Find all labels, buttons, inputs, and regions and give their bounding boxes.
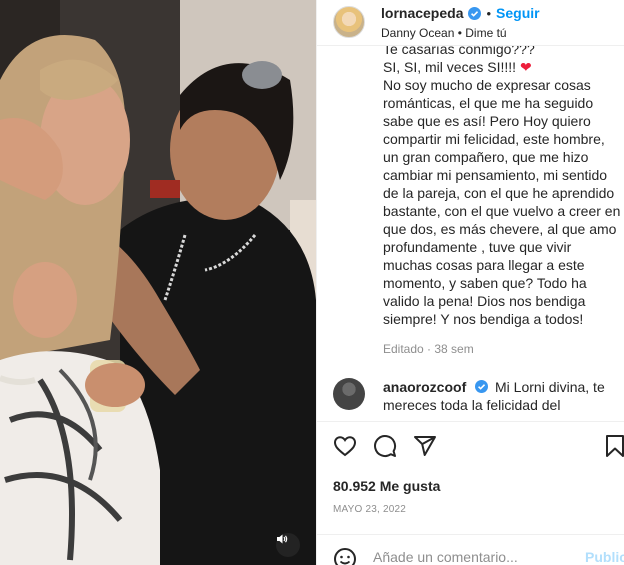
post-video-frame — [0, 0, 316, 565]
author-row: lornacepeda • Seguir — [381, 5, 540, 21]
post-caption: Te casarías conmigo??? SI, SI, mil veces… — [383, 41, 623, 328]
commenter-username[interactable]: anaorozcoof — [383, 379, 466, 395]
bookmark-icon[interactable] — [603, 434, 624, 458]
comment-icon[interactable] — [373, 434, 397, 458]
share-icon[interactable] — [413, 434, 437, 458]
verified-badge-icon — [475, 380, 489, 393]
action-bar — [333, 434, 437, 458]
comment-input[interactable] — [373, 549, 573, 565]
post-header: lornacepeda • Seguir Danny Ocean • Dime … — [317, 0, 624, 46]
caption-line: un gran compañero, que me hizo — [383, 149, 589, 165]
caption-line: No soy mucho de expresar cosas — [383, 77, 591, 93]
edited-timestamp: Editado · 38 sem — [383, 342, 474, 356]
speaker-icon — [277, 534, 288, 544]
likes-count[interactable]: 80.952 Me gusta — [333, 478, 440, 494]
mute-button[interactable] — [276, 533, 300, 557]
comment-composer: Publicar — [317, 534, 624, 565]
caption-line: muchas cosas para llegar a este — [383, 257, 585, 273]
author-avatar[interactable] — [333, 6, 365, 38]
heart-emoji-icon: ❤ — [519, 59, 532, 75]
comment-body-line2: mereces toda la felicidad del — [383, 397, 561, 413]
author-username[interactable]: lornacepeda — [381, 5, 463, 21]
follow-button[interactable]: Seguir — [496, 5, 540, 21]
comment-body-line1: Mi Lorni divina, te — [495, 379, 605, 395]
post-date: MAYO 23, 2022 — [333, 504, 407, 515]
caption-line: momento, y saben que? Todo ha — [383, 275, 587, 291]
caption-line: siempre! Y nos bendiga a todos! — [383, 311, 584, 327]
caption-line: sabe que es así! Pero Hoy quiero — [383, 113, 591, 129]
emoji-icon[interactable] — [333, 547, 357, 565]
post-comment-button[interactable]: Publicar — [585, 549, 624, 565]
caption-line: cambiar mi pensamiento, mi sentido — [383, 167, 608, 183]
caption-line: de la pareja, con el que he aprendido — [383, 185, 615, 201]
heart-icon[interactable] — [333, 434, 357, 458]
caption-line: románticas, el que me ha seguido — [383, 95, 594, 111]
caption-line: compartir mi felicidad, este hombre, — [383, 131, 605, 147]
caption-line: profundamente , tuve que vivir — [383, 239, 572, 255]
caption-line: valido la pena! Dios nos bendiga — [383, 293, 586, 309]
separator-dot: • — [486, 5, 492, 21]
caption-line: SI, SI, mil veces SI!!!! ❤ — [383, 59, 532, 75]
verified-badge-icon — [468, 6, 482, 20]
comment-text: anaorozcoof Mi Lorni divina, te mereces … — [383, 378, 623, 414]
post-media[interactable] — [0, 0, 316, 565]
post-panel: lornacepeda • Seguir Danny Ocean • Dime … — [316, 0, 624, 565]
audio-track-link[interactable]: Danny Ocean • Dime tú — [381, 26, 507, 40]
caption-line: bastante, con el que vuelvo a creer en — [383, 203, 621, 219]
commenter-avatar[interactable] — [333, 378, 365, 410]
caption-line: que dos, es más chevere, al que amo — [383, 221, 617, 237]
